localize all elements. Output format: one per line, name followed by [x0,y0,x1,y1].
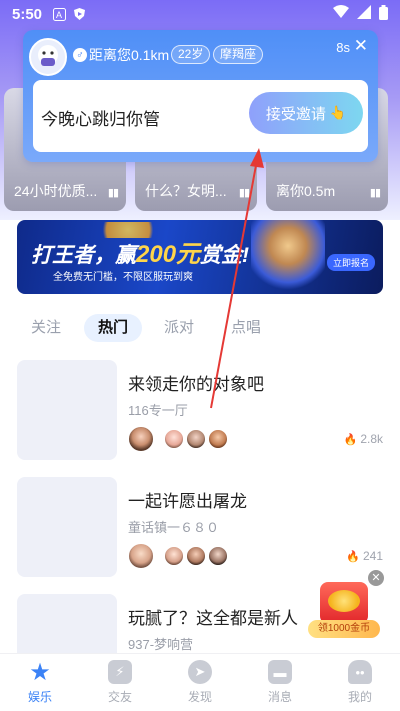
invitation-card: 今晚心跳归你管 接受邀请 👆 [33,80,368,152]
message-icon: ▬ [268,660,292,684]
banner-subtitle: 全免费无门槛，不限区服玩到爽 [53,272,193,283]
room-avatars [128,426,228,452]
age-tag: 22岁 [171,45,211,64]
room-thumbnail [17,477,117,577]
lightning-icon: ⚡ [108,660,132,684]
avatar [186,429,206,449]
font-a-icon: A [52,7,66,21]
accept-button-label: 接受邀请 [265,105,326,123]
accept-invitation-button[interactable]: 接受邀请 👆 [249,92,363,134]
room-title: 来领走你的对象吧 [128,375,264,394]
avatar [164,429,184,449]
room-thumbnail [17,360,117,460]
room-heat: 🔥 241 [346,549,383,563]
svg-text:A: A [56,10,62,20]
room-avatars [128,543,228,569]
register-button[interactable]: 立即报名 [326,254,375,271]
tab-sing[interactable]: 点唱 [231,314,261,342]
card-label: 24小时优质... [14,183,98,199]
shield-play-icon [72,7,86,21]
avatar [128,543,154,569]
avatar [208,546,228,566]
tab-follow[interactable]: 关注 [31,314,61,342]
room-heat: 🔥 2.8k [344,432,383,446]
compass-icon: ➤ [188,660,212,684]
heat-value: 2.8k [360,432,383,446]
nav-entertainment[interactable]: ★ 娱乐 [0,654,80,711]
room-subtitle: 童话镇一６８０ [128,520,220,535]
battery-icon [379,4,388,24]
nav-friends[interactable]: ⚡ 交友 [80,654,160,711]
avatar [186,546,206,566]
close-icon[interactable]: ✕ [354,36,368,56]
coin-reward-widget[interactable]: 领1000金币 ✕ [308,570,384,638]
coin-reward-label: 领1000金币 [308,620,380,638]
bottom-navigation: ★ 娱乐 ⚡ 交友 ➤ 发现 ▬ 消息 •• 我的 [0,653,400,711]
sound-bars-icon: ▮▮ [238,187,250,199]
heat-value: 241 [362,549,383,563]
invitation-message: 今晚心跳归你管 [41,110,160,129]
sound-bars-icon: ▮▮ [369,187,381,199]
room-subtitle: 937-梦响营 [128,637,194,652]
room-subtitle: 116专一厅 [128,403,188,418]
tab-party[interactable]: 派对 [164,314,194,342]
nav-label: 发现 [187,690,212,704]
countdown-timer: 8s [336,40,350,55]
star-icon: ★ [29,658,51,686]
avatar [208,429,228,449]
room-item[interactable]: 来领走你的对象吧 116专一厅 🔥 2.8k [17,360,383,460]
banner-hero-image [251,220,325,294]
card-label: 什么？女明... [145,183,227,199]
room-title: 一起许愿出屠龙 [128,492,247,511]
avatar[interactable] [29,38,67,76]
sound-bars-icon: ▮▮ [107,187,119,199]
banner-title-highlight: 200元 [136,241,201,268]
distance-text: 距离您0.1km [89,47,170,63]
tab-hot[interactable]: 热门 [84,314,143,342]
promo-banner[interactable]: 打王者，赢200元赏金! 全免费无门槛，不限区服玩到爽 立即报名 [17,220,383,294]
banner-title-pre: 打王者，赢 [31,244,136,267]
avatar [128,426,154,452]
category-tabs: 关注 热门 派对 点唱 [0,314,400,342]
card-label: 离你0.5m [276,183,336,199]
nav-messages[interactable]: ▬ 消息 [240,654,320,711]
status-time: 5:50 [12,5,43,23]
hand-icon: 👆 [329,105,347,120]
gender-icon: ♂ [73,48,87,62]
fire-icon: 🔥 [343,434,358,446]
wifi-icon [333,5,349,23]
invitation-popup: ♂ 距离您0.1km 22岁 摩羯座 8s ✕ 今晚心跳归你管 接受邀请 👆 [23,30,378,162]
nav-label: 娱乐 [27,690,52,704]
zodiac-tag: 摩羯座 [213,45,264,64]
nav-discover[interactable]: ➤ 发现 [160,654,240,711]
status-bar: 5:50 A [0,0,400,28]
banner-title-post: 赏金! [200,244,250,267]
red-envelope-icon [320,582,368,624]
room-title: 玩腻了？这全都是新人 [128,609,298,628]
nav-label: 消息 [267,690,292,704]
profile-icon: •• [348,660,372,684]
nav-profile[interactable]: •• 我的 [320,654,400,711]
nav-label: 我的 [347,690,372,704]
nav-label: 交友 [107,690,132,704]
avatar [164,546,184,566]
fire-icon: 🔥 [346,551,360,563]
close-icon[interactable]: ✕ [368,570,384,586]
banner-title: 打王者，赢200元赏金! [31,234,249,269]
signal-icon [357,5,371,23]
room-item[interactable]: 一起许愿出屠龙 童话镇一６８０ 🔥 241 [17,477,383,577]
